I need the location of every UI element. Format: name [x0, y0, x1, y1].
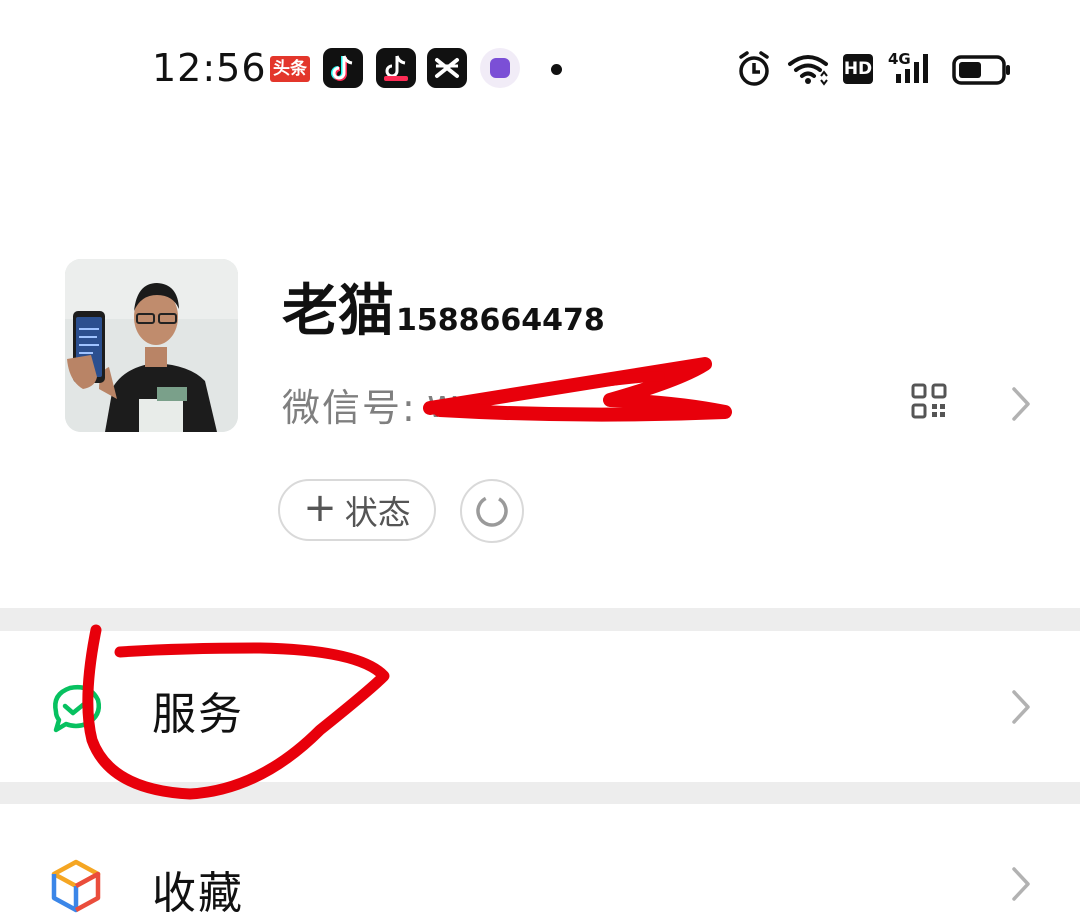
favorites-cube-icon: [51, 859, 101, 913]
status-circle-button[interactable]: [460, 479, 524, 543]
signal-4g-icon: 4G: [888, 50, 940, 86]
avatar[interactable]: [65, 259, 238, 432]
chevron-right-icon: [1012, 867, 1030, 901]
menu-item-favorites[interactable]: 收藏: [0, 804, 1080, 923]
nickname-text: 老猫: [282, 279, 394, 344]
wechat-me-screen: 12:56 头条 HD 4G 老猫1588664478 微信号: w + 状态 …: [0, 0, 1080, 923]
nickname-suffix: 1588664478: [396, 303, 605, 338]
chevron-right-icon: [1012, 690, 1030, 724]
wechat-id-label: 微信号:: [282, 385, 417, 430]
wifi-icon: [788, 55, 828, 86]
alarm-icon: [739, 51, 769, 86]
network-type-label: 4G: [888, 50, 911, 68]
loading-ring-icon: [476, 495, 508, 527]
section-separator: [0, 782, 1080, 804]
notification-dot-icon: [551, 64, 562, 75]
purple-app-icon: [480, 48, 520, 88]
status-bar: 12:56 头条 HD 4G: [0, 0, 1080, 140]
hd-icon: HD: [843, 54, 873, 84]
capcut-icon: [427, 48, 467, 88]
chevron-right-icon[interactable]: [1010, 386, 1032, 422]
plus-icon: +: [303, 485, 337, 531]
nickname: 老猫1588664478: [282, 266, 605, 347]
toutiao-icon: 头条: [270, 56, 310, 82]
add-status-label: 状态: [344, 493, 411, 532]
menu-item-services[interactable]: 服务: [0, 631, 1080, 782]
douyin-icon: [323, 48, 363, 88]
qr-code-icon[interactable]: [911, 383, 947, 419]
menu-item-services-label: 服务: [152, 689, 244, 740]
wechat-pay-icon: [53, 685, 101, 733]
redaction-scribble: [423, 357, 732, 422]
status-time: 12:56: [152, 46, 267, 90]
add-status-button[interactable]: + 状态: [278, 479, 436, 541]
douyin-lite-icon: [376, 48, 416, 88]
section-separator: [0, 608, 1080, 631]
battery-icon: [952, 55, 1010, 85]
menu-item-favorites-label: 收藏: [152, 868, 244, 919]
